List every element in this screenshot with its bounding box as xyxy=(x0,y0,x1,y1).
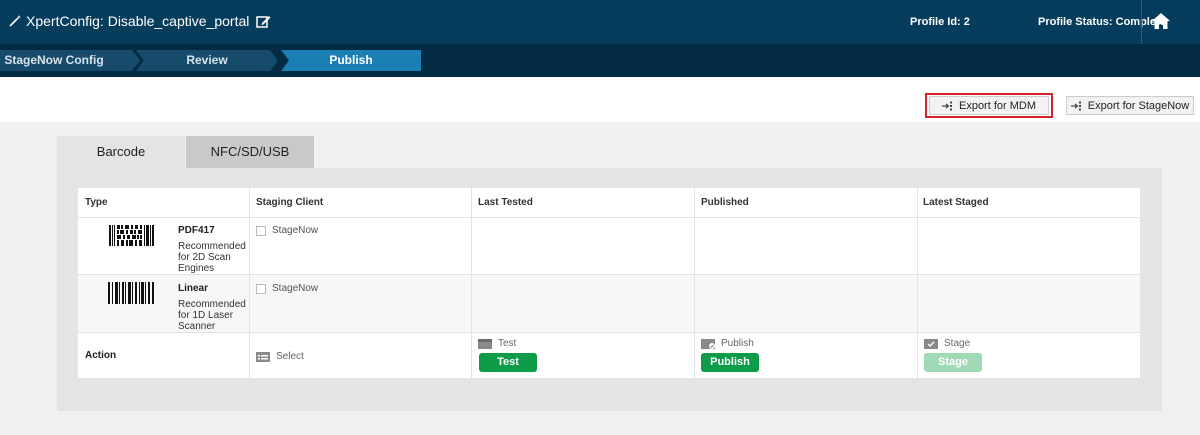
tab-barcode[interactable]: Barcode xyxy=(57,136,185,168)
publish-title-label: Publish xyxy=(721,338,754,349)
stagenow-checkbox[interactable]: StageNow xyxy=(256,225,318,236)
edit-icon[interactable] xyxy=(256,14,271,29)
publish-button[interactable]: Publish xyxy=(701,353,759,372)
magic-wand-icon xyxy=(9,15,21,27)
row-divider xyxy=(78,332,1140,333)
checkbox-box[interactable] xyxy=(256,225,266,236)
top-header: XpertConfig: Disable_captive_portal Prof… xyxy=(0,0,1200,44)
test-icon xyxy=(478,338,492,349)
col-divider xyxy=(249,188,250,378)
step-stagenow-config[interactable]: StageNow Config xyxy=(0,50,140,71)
pdf417-barcode-icon xyxy=(109,225,154,246)
stage-title: Stage xyxy=(924,338,970,349)
barcode-type-description: Recommended for 1D Laser Scanner xyxy=(178,299,246,332)
test-button[interactable]: Test xyxy=(479,353,537,372)
staging-table: Type Staging Client Last Tested Publishe… xyxy=(78,188,1140,378)
select-label: Select xyxy=(276,351,304,362)
select-action[interactable]: Select xyxy=(256,351,304,362)
col-divider xyxy=(917,188,918,378)
header-divider xyxy=(1141,0,1142,44)
app-title: XpertConfig: Disable_captive_portal xyxy=(8,13,271,29)
export-for-mdm-label: Export for MDM xyxy=(958,99,1036,112)
profile-status: Profile Status: Complete xyxy=(1038,16,1166,28)
stage-title-label: Stage xyxy=(944,338,971,349)
stage-button[interactable]: Stage xyxy=(924,353,982,372)
publish-icon xyxy=(701,338,715,349)
profile-title: XpertConfig: Disable_captive_portal xyxy=(26,13,250,29)
test-title: Test xyxy=(478,338,516,349)
export-for-mdm-button[interactable]: Export for MDM xyxy=(929,96,1049,115)
step-review[interactable]: Review xyxy=(136,50,278,71)
publish-title: Publish xyxy=(701,338,754,349)
stage-icon xyxy=(924,338,938,349)
header-latest-staged: Latest Staged xyxy=(923,197,989,208)
staging-client-label: StageNow xyxy=(272,283,319,294)
row-divider xyxy=(78,274,1140,275)
tab-nfc-sd-usb[interactable]: NFC/SD/USB xyxy=(186,136,314,168)
linear-barcode-icon xyxy=(108,282,154,304)
staging-client-label: StageNow xyxy=(272,225,319,236)
barcode-type-name: Linear xyxy=(178,283,209,294)
barcode-type-name: PDF417 xyxy=(178,225,215,236)
export-for-stagenow-label: Export for StageNow xyxy=(1087,99,1190,112)
header-published: Published xyxy=(701,197,749,208)
export-icon xyxy=(941,101,952,110)
stagenow-checkbox[interactable]: StageNow xyxy=(256,283,318,294)
barcode-type-description: Recommended for 2D Scan Engines xyxy=(178,241,246,274)
checkbox-box[interactable] xyxy=(256,283,266,294)
export-for-stagenow-button[interactable]: Export for StageNow xyxy=(1066,96,1194,115)
row-divider xyxy=(78,217,1140,218)
export-icon xyxy=(1070,101,1081,110)
col-divider xyxy=(471,188,472,378)
header-last-tested: Last Tested xyxy=(478,197,533,208)
test-title-label: Test xyxy=(498,338,517,349)
home-icon[interactable] xyxy=(1150,10,1172,32)
profile-id: Profile Id: 2 xyxy=(910,16,970,28)
action-label: Action xyxy=(85,350,117,361)
header-staging-client: Staging Client xyxy=(256,197,324,208)
select-icon xyxy=(256,351,270,362)
step-publish[interactable]: Publish xyxy=(281,50,421,71)
col-divider xyxy=(694,188,695,378)
header-type: Type xyxy=(85,197,108,208)
